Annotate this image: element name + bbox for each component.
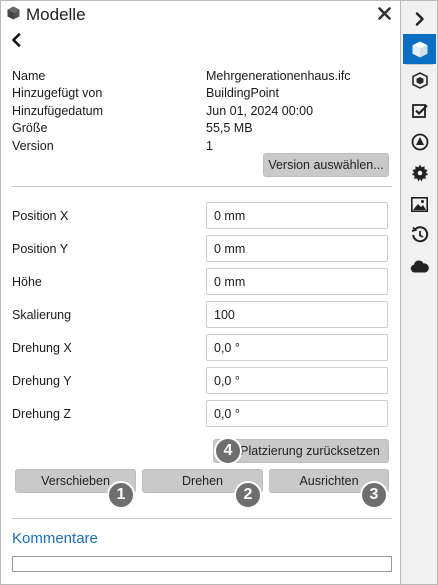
model-box-icon bbox=[411, 71, 428, 89]
callout-badge-2: 2 bbox=[234, 481, 262, 509]
shapes-icon bbox=[411, 133, 428, 151]
chevron-right-icon bbox=[415, 12, 424, 26]
field-rotation-x: Drehung X 0,0 ° bbox=[12, 334, 392, 361]
close-icon bbox=[377, 6, 391, 20]
field-label: Höhe bbox=[12, 274, 42, 289]
comments-heading: Kommentare bbox=[12, 530, 98, 547]
field-position-x: Position X 0 mm bbox=[12, 202, 392, 229]
back-button[interactable] bbox=[7, 31, 25, 49]
image-icon bbox=[411, 196, 428, 212]
field-label: Skalierung bbox=[12, 307, 72, 322]
rail-history-button[interactable] bbox=[403, 220, 436, 250]
info-row-name: Name Mehrgenerationenhaus.ifc bbox=[12, 67, 392, 85]
rail-objects-button[interactable] bbox=[403, 127, 436, 157]
rail-settings-button[interactable] bbox=[403, 158, 436, 188]
select-version-button[interactable]: Version auswählen... bbox=[263, 153, 389, 177]
cloud-icon bbox=[410, 260, 429, 272]
cube-icon bbox=[7, 6, 20, 25]
info-row-version: Version 1 bbox=[12, 137, 392, 155]
height-input[interactable]: 0 mm bbox=[206, 268, 388, 295]
models-panel: Modelle Name Mehrgenerationenhaus.ifc Hi… bbox=[0, 0, 401, 585]
field-position-y: Position Y 0 mm bbox=[12, 235, 392, 262]
checklist-icon bbox=[411, 104, 428, 118]
callout-badge-4: 4 bbox=[214, 437, 242, 465]
reset-placement-label: Platzierung zurücksetzen bbox=[240, 444, 380, 458]
divider bbox=[12, 186, 392, 187]
info-value: 55,5 MB bbox=[206, 121, 253, 136]
info-value: Jun 01, 2024 00:00 bbox=[206, 103, 314, 118]
history-icon bbox=[411, 226, 428, 243]
position-x-input[interactable]: 0 mm bbox=[206, 202, 388, 229]
rail-images-button[interactable] bbox=[403, 189, 436, 219]
gear-icon bbox=[411, 164, 428, 182]
info-value: BuildingPoint bbox=[206, 86, 279, 101]
position-y-input[interactable]: 0 mm bbox=[206, 235, 388, 262]
side-rail bbox=[401, 0, 438, 585]
rail-models-button[interactable] bbox=[403, 34, 436, 64]
field-rotation-z: Drehung Z 0,0 ° bbox=[12, 400, 392, 427]
comment-input[interactable] bbox=[12, 556, 392, 572]
rotation-z-input[interactable]: 0,0 ° bbox=[206, 400, 388, 427]
field-label: Drehung Z bbox=[12, 406, 72, 421]
field-label: Position Y bbox=[12, 241, 69, 256]
model-info: Name Mehrgenerationenhaus.ifc Hinzugefüg… bbox=[12, 67, 392, 155]
rail-object-button[interactable] bbox=[403, 65, 436, 95]
info-row-added-date: Hinzufügedatum Jun 01, 2024 00:00 bbox=[12, 102, 392, 120]
chevron-left-icon bbox=[12, 33, 21, 47]
info-label: Version bbox=[12, 138, 54, 153]
field-label: Position X bbox=[12, 208, 69, 223]
close-button[interactable] bbox=[374, 3, 394, 23]
expand-panel-button[interactable] bbox=[403, 4, 436, 34]
info-label: Hinzugefügt von bbox=[12, 86, 103, 101]
info-label: Größe bbox=[12, 121, 48, 136]
rail-cloud-button[interactable] bbox=[403, 251, 436, 281]
info-value: 1 bbox=[206, 138, 213, 153]
info-value: Mehrgenerationenhaus.ifc bbox=[206, 68, 351, 83]
field-scale: Skalierung 100 bbox=[12, 301, 392, 328]
info-row-size: Größe 55,5 MB bbox=[12, 120, 392, 138]
field-height: Höhe 0 mm bbox=[12, 268, 392, 295]
info-label: Name bbox=[12, 68, 46, 83]
panel-header: Modelle bbox=[7, 4, 86, 26]
callout-badge-3: 3 bbox=[360, 481, 388, 509]
scale-input[interactable]: 100 bbox=[206, 301, 388, 328]
info-label: Hinzufügedatum bbox=[12, 103, 104, 118]
field-label: Drehung Y bbox=[12, 373, 72, 388]
callout-badge-1: 1 bbox=[107, 481, 135, 509]
field-rotation-y: Drehung Y 0,0 ° bbox=[12, 367, 392, 394]
divider bbox=[12, 518, 392, 519]
rail-todo-button[interactable] bbox=[403, 96, 436, 126]
rotation-y-input[interactable]: 0,0 ° bbox=[206, 367, 388, 394]
info-row-added-by: Hinzugefügt von BuildingPoint bbox=[12, 85, 392, 103]
rotation-x-input[interactable]: 0,0 ° bbox=[206, 334, 388, 361]
panel-title: Modelle bbox=[26, 5, 86, 24]
field-label: Drehung X bbox=[12, 340, 72, 355]
cube-icon bbox=[412, 41, 427, 57]
